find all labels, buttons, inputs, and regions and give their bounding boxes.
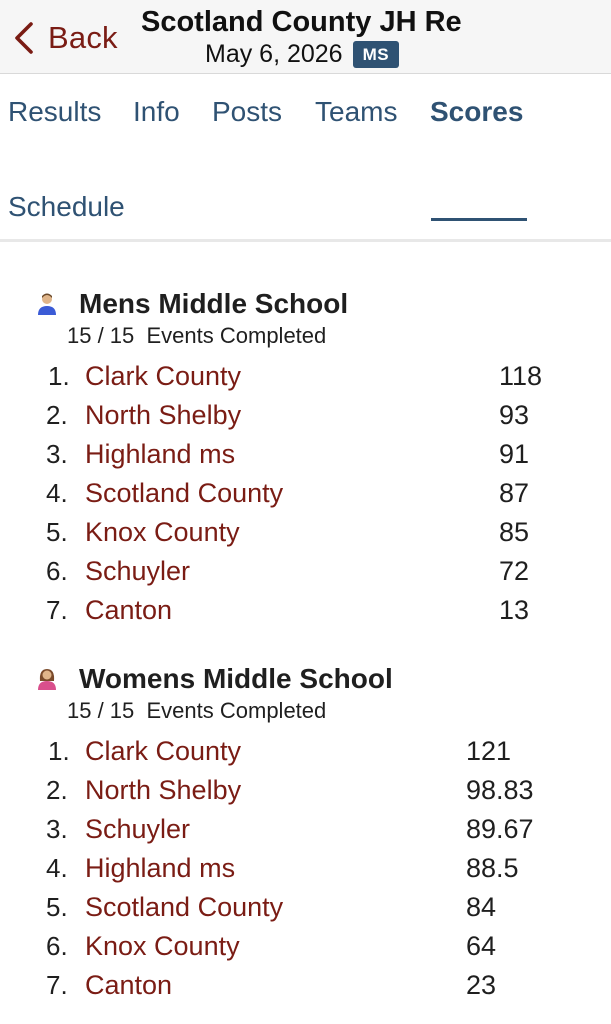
team-link[interactable]: North Shelby [85,400,241,431]
table-row: 1. Clark County 121 [0,736,611,775]
woman-runner-icon [36,667,58,691]
table-row: 2. North Shelby 93 [0,400,611,439]
score: 89.67 [466,814,534,844]
meet-subline: May 6, 2026 MS [205,40,400,69]
rank: 6. [46,556,68,586]
team-link[interactable]: Clark County [85,736,241,767]
score: 88.5 [466,853,519,883]
events-completed: 15 / 15 Events Completed [67,698,327,723]
back-label: Back [48,20,118,55]
rank: 4. [46,853,68,883]
team-link[interactable]: Scotland County [85,892,283,923]
meet-date: May 6, 2026 [205,40,343,68]
rank: 7. [46,970,68,1000]
table-row: 7. Canton 23 [0,970,611,1009]
meet-title: Scotland County JH Re [141,6,462,38]
team-link[interactable]: Canton [85,595,172,626]
rank: 4. [46,478,68,508]
table-row: 5. Knox County 85 [0,517,611,556]
score: 23 [466,970,497,1000]
table-row: 4. Highland ms 88.5 [0,853,611,892]
table-row: 4. Scotland County 87 [0,478,611,517]
table-row: 7. Canton 13 [0,595,611,634]
tab-bar: Results Info Posts Teams Scores Schedule [0,74,611,242]
team-link[interactable]: Highland ms [85,439,235,470]
table-row: 3. Highland ms 91 [0,439,611,478]
back-button[interactable]: Back [12,18,118,58]
score: 64 [466,931,497,961]
events-completed: 15 / 15 Events Completed [67,323,327,348]
section-title: Womens Middle School [79,663,393,694]
rank: 2. [46,400,68,430]
tab-posts[interactable]: Posts [212,96,282,128]
team-link[interactable]: North Shelby [85,775,241,806]
score: 13 [499,595,530,625]
active-tab-indicator [431,218,527,221]
rank: 1. [48,736,70,766]
team-link[interactable]: Knox County [85,517,240,548]
score: 98.83 [466,775,534,805]
score: 85 [499,517,530,547]
score: 118 [499,361,543,391]
score: 93 [499,400,530,430]
score: 121 [466,736,512,766]
rank: 5. [46,892,68,922]
team-link[interactable]: Schuyler [85,556,190,587]
rank: 1. [48,361,70,391]
team-link[interactable]: Scotland County [85,478,283,509]
score: 84 [466,892,497,922]
tab-results[interactable]: Results [8,96,101,128]
tab-info[interactable]: Info [133,96,180,128]
man-runner-icon [36,292,58,316]
table-row: 6. Knox County 64 [0,931,611,970]
rank: 5. [46,517,68,547]
rank: 3. [46,814,68,844]
tab-scores[interactable]: Scores [430,96,523,128]
table-row: 1. Clark County 118 [0,361,611,400]
team-link[interactable]: Canton [85,970,172,1001]
score: 72 [499,556,530,586]
rank: 6. [46,931,68,961]
team-link[interactable]: Schuyler [85,814,190,845]
rank: 2. [46,775,68,805]
tab-schedule[interactable]: Schedule [8,191,125,223]
table-row: 5. Scotland County 84 [0,892,611,931]
rank: 3. [46,439,68,469]
section-title: Mens Middle School [79,288,349,319]
team-link[interactable]: Knox County [85,931,240,962]
table-row: 6. Schuyler 72 [0,556,611,595]
score: 87 [499,478,530,508]
level-badge: MS [352,41,400,68]
nav-header: Back Scotland County JH Re May 6, 2026 M… [0,0,611,74]
table-row: 3. Schuyler 89.67 [0,814,611,853]
chevron-left-icon [15,22,33,54]
rank: 7. [46,595,68,625]
team-link[interactable]: Clark County [85,361,241,392]
tab-teams[interactable]: Teams [315,96,397,128]
table-row: 2. North Shelby 98.83 [0,775,611,814]
score: 91 [499,439,530,469]
team-link[interactable]: Highland ms [85,853,235,884]
